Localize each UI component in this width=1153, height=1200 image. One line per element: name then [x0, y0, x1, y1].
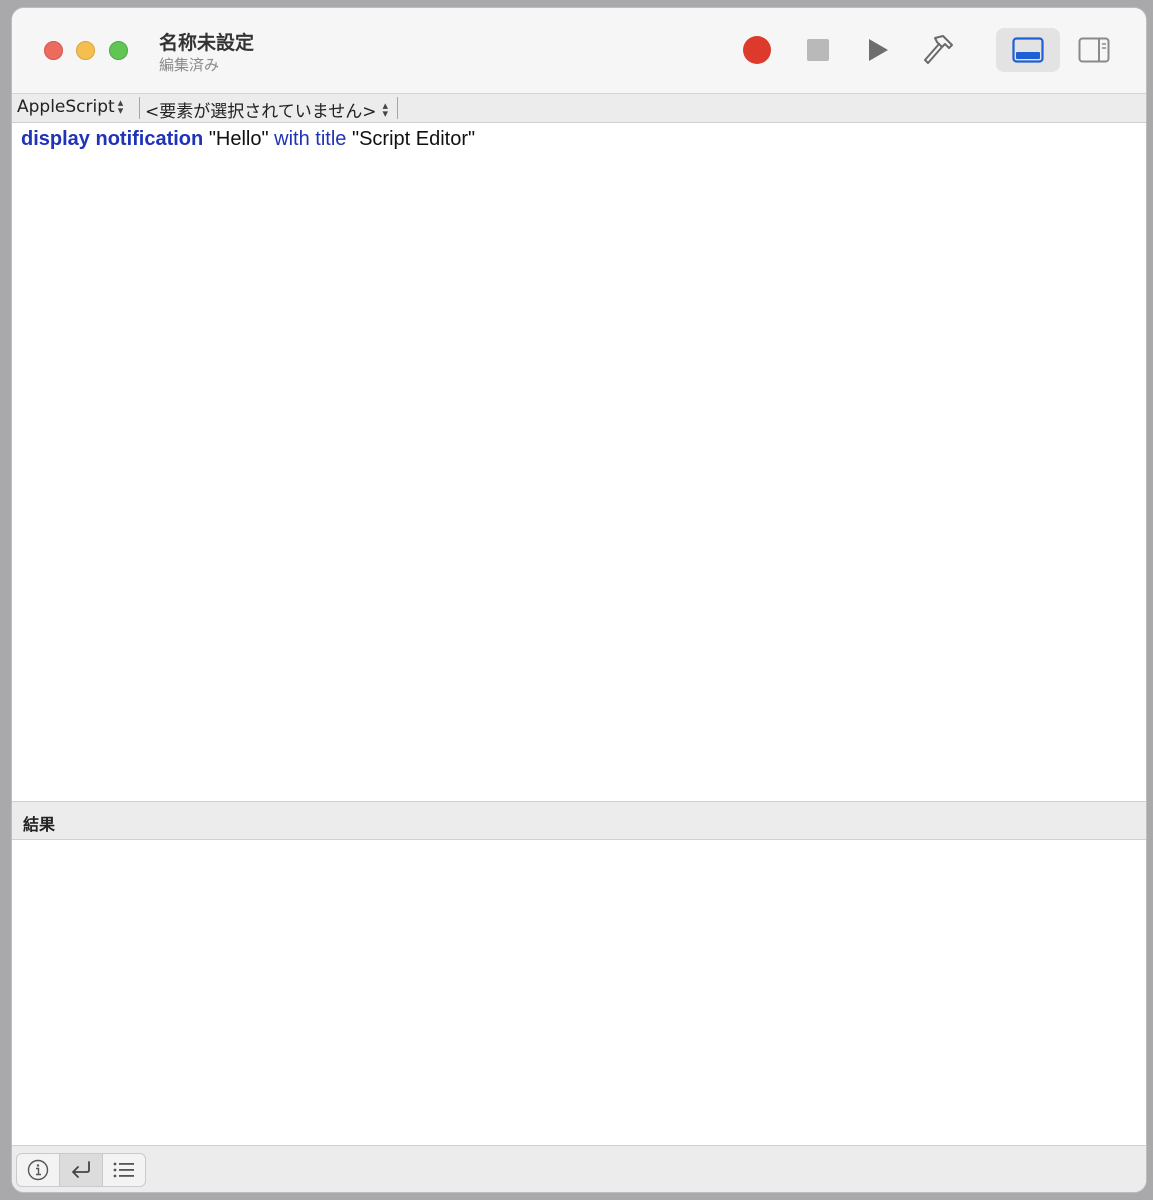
compile-button[interactable]	[917, 28, 961, 72]
zoom-window-button[interactable]	[109, 41, 128, 60]
result-title: 結果	[23, 815, 56, 834]
event-log-tab[interactable]	[103, 1154, 145, 1186]
script-editor-window: 名称未設定 編集済み AppleScript ▴ ▾ <要素が選択されていません…	[12, 8, 1146, 1192]
play-icon	[869, 39, 888, 61]
record-button[interactable]	[737, 28, 777, 72]
record-icon	[743, 36, 771, 64]
code-line[interactable]: display notification "Hello" with title …	[21, 128, 475, 151]
run-button[interactable]	[858, 28, 898, 72]
result-view-segmented-control	[16, 1153, 146, 1187]
result-pane-header: 結果	[12, 801, 1146, 840]
info-icon	[27, 1159, 49, 1181]
bottom-bar	[12, 1145, 1146, 1192]
element-label: <要素が選択されていません>	[145, 102, 377, 122]
list-icon	[113, 1162, 134, 1178]
language-label: AppleScript	[17, 97, 115, 117]
document-status: 編集済み	[159, 56, 220, 74]
element-popup[interactable]: <要素が選択されていません> ▴ ▾	[145, 97, 388, 123]
hammer-icon	[924, 35, 953, 64]
result-tab[interactable]	[60, 1154, 103, 1186]
side-pane-icon	[1078, 37, 1110, 63]
minimize-window-button[interactable]	[76, 41, 95, 60]
show-side-pane-button[interactable]	[1066, 28, 1122, 72]
title-bar: 名称未設定 編集済み	[12, 8, 1146, 94]
code-token-string: "Hello"	[208, 128, 269, 150]
navigation-bar: AppleScript ▴ ▾ <要素が選択されていません> ▴ ▾	[12, 94, 1146, 123]
nav-divider	[139, 97, 140, 119]
description-tab[interactable]	[17, 1154, 60, 1186]
result-pane[interactable]	[12, 840, 1146, 1145]
code-token-string: "Script Editor"	[351, 128, 476, 150]
bottom-pane-icon	[1012, 37, 1044, 63]
chevron-updown-icon: ▴ ▾	[382, 98, 388, 120]
document-title[interactable]: 名称未設定	[159, 28, 254, 55]
stop-icon	[807, 39, 829, 61]
return-icon	[72, 1161, 90, 1178]
chevron-updown-icon: ▴ ▾	[117, 96, 124, 117]
script-editor[interactable]: display notification "Hello" with title …	[12, 123, 1146, 801]
language-popup[interactable]: AppleScript ▴ ▾	[17, 97, 123, 117]
close-window-button[interactable]	[44, 41, 63, 60]
code-token-command: display notification	[21, 128, 204, 150]
nav-divider	[397, 97, 398, 119]
code-token-parameter: with title	[274, 128, 347, 150]
show-result-pane-button[interactable]	[996, 28, 1060, 72]
stop-button[interactable]	[798, 28, 838, 72]
